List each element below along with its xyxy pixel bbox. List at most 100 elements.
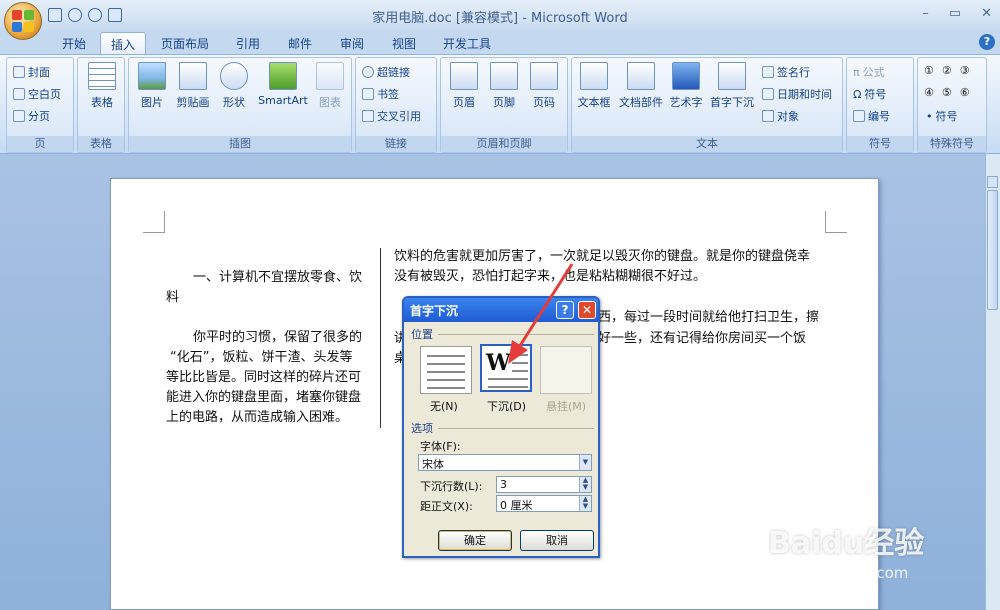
symbol-4[interactable]: ④ (924, 86, 934, 99)
page-break-button[interactable]: 分页 (13, 108, 50, 124)
footer-icon (490, 62, 518, 90)
tab-developer[interactable]: 开发工具 (434, 32, 500, 54)
tab-view[interactable]: 视图 (382, 32, 426, 54)
wordart-button[interactable]: 艺术字 (668, 62, 704, 110)
none-option-label: 无(N) (430, 400, 458, 413)
clip-art-button[interactable]: 剪贴画 (173, 62, 213, 110)
margin-option-label: 悬挂(M) (546, 400, 587, 413)
links-group-label: 链接 (356, 136, 436, 152)
tab-mailings[interactable]: 邮件 (278, 32, 322, 54)
symbol-button[interactable]: Ω 符号 (853, 86, 886, 102)
special-symbol-button[interactable]: • 符号 (926, 108, 958, 124)
symbol-1[interactable]: ① (924, 64, 934, 77)
minimize-button[interactable]: – (922, 6, 929, 21)
clip-art-icon (179, 62, 207, 90)
tab-insert[interactable]: 插入 (100, 32, 146, 54)
spinner-icon[interactable]: ▲ ▼ (579, 496, 591, 511)
crop-mark-top-left (143, 211, 165, 233)
footer-button[interactable]: 页脚 (485, 62, 523, 110)
equation-button[interactable]: π 公式 (853, 64, 885, 80)
drop-cap-none-option[interactable] (420, 346, 472, 394)
page-number-button[interactable]: 页码 (525, 62, 563, 110)
signature-line-icon (762, 66, 774, 78)
numbering-button[interactable]: 编号 (853, 108, 890, 124)
ok-button[interactable]: 确定 (438, 530, 512, 551)
bookmark-button[interactable]: 书签 (362, 86, 399, 102)
text-group-label: 文本 (572, 136, 842, 152)
cross-reference-button[interactable]: 交叉引用 (362, 108, 421, 124)
object-icon (762, 110, 774, 122)
distance-label: 距正文(X): (420, 500, 473, 513)
font-label: 字体(F): (420, 440, 461, 453)
right-para-line-3: 西，每过一段时间就给他打扫卫生，擦 (598, 310, 820, 325)
tab-home[interactable]: 开始 (52, 32, 96, 54)
object-button[interactable]: 对象 (762, 108, 799, 124)
shapes-button[interactable]: 形状 (217, 62, 251, 110)
hyperlink-button[interactable]: 超链接 (362, 64, 410, 80)
symbol-5[interactable]: ⑤ (942, 86, 952, 99)
chart-button[interactable]: 图表 (313, 62, 347, 110)
signature-line-button[interactable]: 签名行 (762, 64, 810, 80)
page-group: 封面 空白页 分页 页 (6, 57, 74, 153)
links-group: 超链接 书签 交叉引用 链接 (355, 57, 437, 153)
crop-mark-top-right (825, 211, 847, 233)
close-button[interactable]: ✕ (981, 6, 992, 21)
left-heading: 一、计算机不宜摆放零食、饮 (193, 270, 363, 285)
help-icon[interactable]: ? (979, 34, 995, 50)
text-box-button[interactable]: 文本框 (574, 62, 614, 110)
text-box-icon (580, 62, 608, 90)
cross-reference-icon (362, 110, 374, 122)
picture-button[interactable]: 图片 (135, 62, 169, 110)
spinner-icon[interactable]: ▲ ▼ (579, 477, 591, 492)
table-group: 表格 表格 (77, 57, 125, 153)
drop-cap-button[interactable]: 首字下沉 (706, 62, 758, 110)
watermark-url: jingyan.baidu.com (770, 564, 909, 582)
maximize-button[interactable]: ▭ (949, 6, 961, 21)
left-para-line-2: “化石”，饭粒、饼干渣、头发等 (170, 350, 353, 365)
tab-review[interactable]: 审阅 (330, 32, 374, 54)
ribbon-tabs (0, 30, 1000, 54)
table-group-label: 表格 (78, 136, 124, 152)
font-select[interactable]: 宋体 ▼ (418, 454, 592, 471)
table-button[interactable]: 表格 (82, 62, 122, 110)
annotation-arrow (508, 263, 574, 364)
drop-cap-icon (718, 62, 746, 90)
scroll-thumb[interactable] (987, 190, 998, 310)
special-symbols-group: ①②③ ④⑤⑥ • 符号 特殊符号 (917, 57, 987, 153)
blank-page-button[interactable]: 空白页 (13, 86, 61, 102)
text-group: 文本框 文档部件 艺术字 首字下沉 签名行 日期和时间 对象 文本 (571, 57, 843, 153)
left-para-line-1: 你平时的习惯，保留了很多的 (193, 330, 363, 345)
right-para-line-1: 饮料的危害就更加厉害了，一次就足以毁灭你的键盘。就是你的键盘侥幸 (394, 249, 811, 264)
chart-icon (316, 62, 344, 90)
distance-field[interactable]: 0 厘米 ▲ ▼ (496, 495, 592, 512)
symbol-6[interactable]: ⑥ (960, 86, 970, 99)
header-button[interactable]: 页眉 (445, 62, 483, 110)
scroll-up-button[interactable] (987, 176, 998, 188)
special-symbols-row-1: ①②③ (924, 64, 970, 77)
left-para-line-4: 能进入你的键盘里面，堵塞你键盘 (166, 390, 362, 405)
watermark-brand: Baidu经验 (768, 526, 925, 561)
dialog-close-button[interactable]: ✕ (578, 301, 596, 319)
shapes-icon (220, 62, 248, 90)
smartart-button[interactable]: SmartArt (255, 62, 311, 107)
lines-to-drop-label: 下沉行数(L): (420, 480, 483, 493)
tab-references[interactable]: 引用 (226, 32, 270, 54)
cancel-button[interactable]: 取消 (520, 530, 594, 551)
quick-parts-button[interactable]: 文档部件 (616, 62, 666, 110)
symbol-2[interactable]: ② (942, 64, 952, 77)
header-footer-group: 页眉 页脚 页码 页眉和页脚 (440, 57, 568, 153)
page-number-icon (530, 62, 558, 90)
tab-page-layout[interactable]: 页面布局 (152, 32, 218, 54)
wordart-icon (672, 62, 700, 90)
office-button[interactable] (4, 2, 42, 40)
cover-page-button[interactable]: 封面 (13, 64, 50, 80)
date-time-icon (762, 88, 774, 100)
date-time-button[interactable]: 日期和时间 (762, 86, 832, 102)
pi-icon: π (853, 65, 860, 79)
special-symbols-row-2: ④⑤⑥ (924, 86, 970, 99)
symbol-3[interactable]: ③ (960, 64, 970, 77)
picture-icon (138, 62, 166, 90)
symbols-group-label: 符号 (847, 136, 913, 152)
lines-to-drop-field[interactable]: 3 ▲ ▼ (496, 476, 592, 493)
column-separator (380, 248, 381, 428)
